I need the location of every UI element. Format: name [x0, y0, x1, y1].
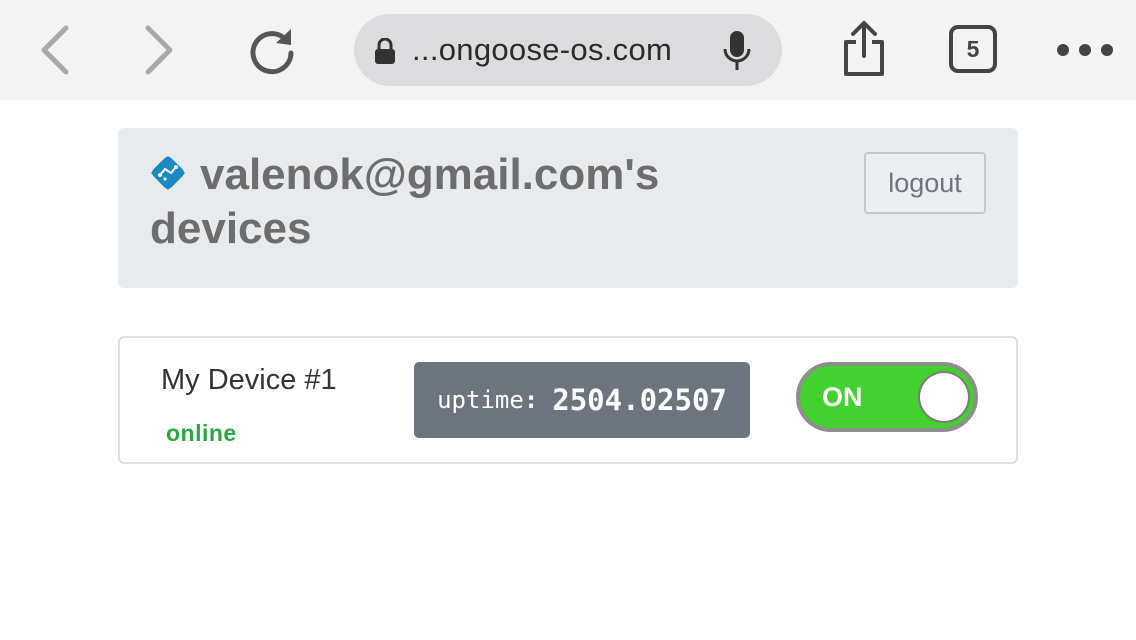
- reload-icon: [250, 29, 294, 75]
- address-bar[interactable]: ...ongoose-os.com: [354, 14, 782, 86]
- more-icon[interactable]: [1050, 30, 1120, 70]
- browser-toolbar: ...ongoose-os.com 5: [0, 0, 1136, 100]
- lock-icon: [375, 38, 395, 64]
- share-icon: [844, 21, 884, 76]
- uptime-label: uptime: [437, 386, 524, 414]
- device-name: My Device #1: [161, 364, 337, 396]
- switch-knob[interactable]: [920, 373, 968, 421]
- tabs-button[interactable]: 5: [949, 25, 997, 73]
- page-title-text: valenok@gmail.com's devices: [150, 150, 660, 253]
- uptime-separator: :: [523, 386, 539, 414]
- uptime-badge: uptime:2504.02507: [414, 362, 750, 438]
- share-button[interactable]: [838, 18, 890, 80]
- back-button[interactable]: [30, 20, 78, 80]
- device-card: My Device #1 online uptime:2504.02507 ON: [118, 336, 1018, 464]
- page-title: valenok@gmail.com's devices: [150, 148, 810, 256]
- url-text: ...ongoose-os.com: [412, 32, 673, 67]
- microphone-icon[interactable]: [722, 30, 752, 72]
- reload-button[interactable]: [244, 20, 300, 80]
- logout-button[interactable]: logout: [864, 152, 986, 214]
- device-status: online: [166, 420, 237, 446]
- device-switch[interactable]: ON: [796, 362, 978, 432]
- devices-header: valenok@gmail.com's devices logout: [118, 128, 1018, 288]
- chevron-left-icon: [41, 25, 69, 75]
- switch-label: ON: [822, 382, 863, 412]
- mongoose-logo-icon: [151, 156, 185, 190]
- chevron-right-icon: [145, 25, 173, 75]
- uptime-value: 2504.02507: [552, 383, 727, 417]
- forward-button[interactable]: [136, 20, 184, 80]
